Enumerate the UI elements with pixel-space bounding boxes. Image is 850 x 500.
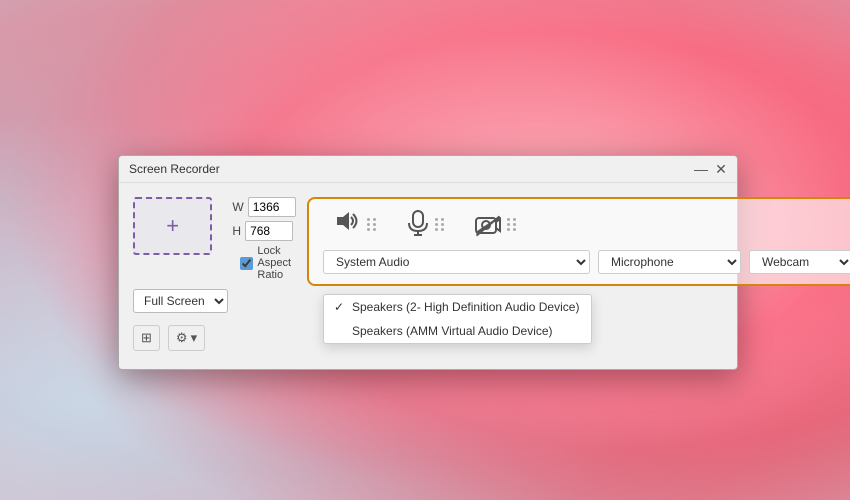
width-input[interactable] (248, 197, 296, 217)
device-icons-row (323, 209, 850, 240)
speaker-dots (367, 218, 377, 231)
height-input[interactable] (245, 221, 293, 241)
screen-select[interactable]: Full Screen Window Custom (133, 289, 228, 313)
main-content: + W H Lock AspectRatio (119, 183, 737, 369)
gear-icon: ⚙ (176, 330, 188, 346)
left-panel: + W H Lock AspectRatio (133, 197, 293, 351)
microphone-icon (407, 210, 429, 239)
close-button[interactable]: ✕ (715, 163, 727, 175)
height-label: H (232, 224, 241, 238)
webcam-group (475, 214, 517, 236)
dropdown-menu-item-1[interactable]: Speakers (2- High Definition Audio Devic… (324, 295, 591, 319)
capture-icon: ⊞ (141, 330, 152, 346)
audio-video-panel: System Audio Speakers (2- High Definitio… (307, 197, 850, 286)
system-audio-dropdown-menu: Speakers (2- High Definition Audio Devic… (323, 294, 592, 344)
dimensions-panel: W H Lock AspectRatio (232, 197, 306, 281)
toolbar: ⊞ ⚙ ▾ (133, 325, 205, 351)
screen-recorder-window: Screen Recorder — ✕ + W H (118, 155, 738, 370)
webcam-select[interactable]: Webcam No Webcam (749, 250, 850, 274)
titlebar: Screen Recorder — ✕ (119, 156, 737, 183)
minimize-button[interactable]: — (695, 163, 707, 175)
lock-checkbox[interactable] (240, 257, 253, 270)
width-row: W (232, 197, 306, 217)
lock-row: Lock AspectRatio (240, 245, 306, 281)
system-audio-select[interactable]: System Audio Speakers (2- High Definitio… (323, 250, 590, 274)
microphone-select[interactable]: Microphone Default Microphone (598, 250, 741, 274)
window-controls: — ✕ (695, 163, 727, 175)
microphone-dots (435, 218, 445, 231)
speaker-group (333, 209, 377, 240)
capture-plus-icon: + (166, 213, 179, 239)
window-title: Screen Recorder (129, 162, 220, 176)
webcam-icon (475, 214, 501, 236)
lock-label: Lock AspectRatio (257, 245, 306, 281)
speaker-icon (333, 209, 361, 240)
capture-mode-button[interactable]: ⊞ (133, 325, 160, 351)
device-dropdowns-row: System Audio Speakers (2- High Definitio… (323, 250, 850, 274)
settings-arrow-icon: ▾ (191, 330, 198, 346)
settings-button[interactable]: ⚙ ▾ (168, 325, 205, 351)
microphone-group (407, 210, 445, 239)
dropdown-menu-item-2[interactable]: Speakers (AMM Virtual Audio Device) (324, 319, 591, 343)
capture-preview[interactable]: + (133, 197, 212, 255)
width-label: W (232, 200, 243, 214)
height-row: H (232, 221, 306, 241)
webcam-dots (507, 218, 517, 231)
screen-dropdown-row: Full Screen Window Custom (133, 289, 228, 313)
